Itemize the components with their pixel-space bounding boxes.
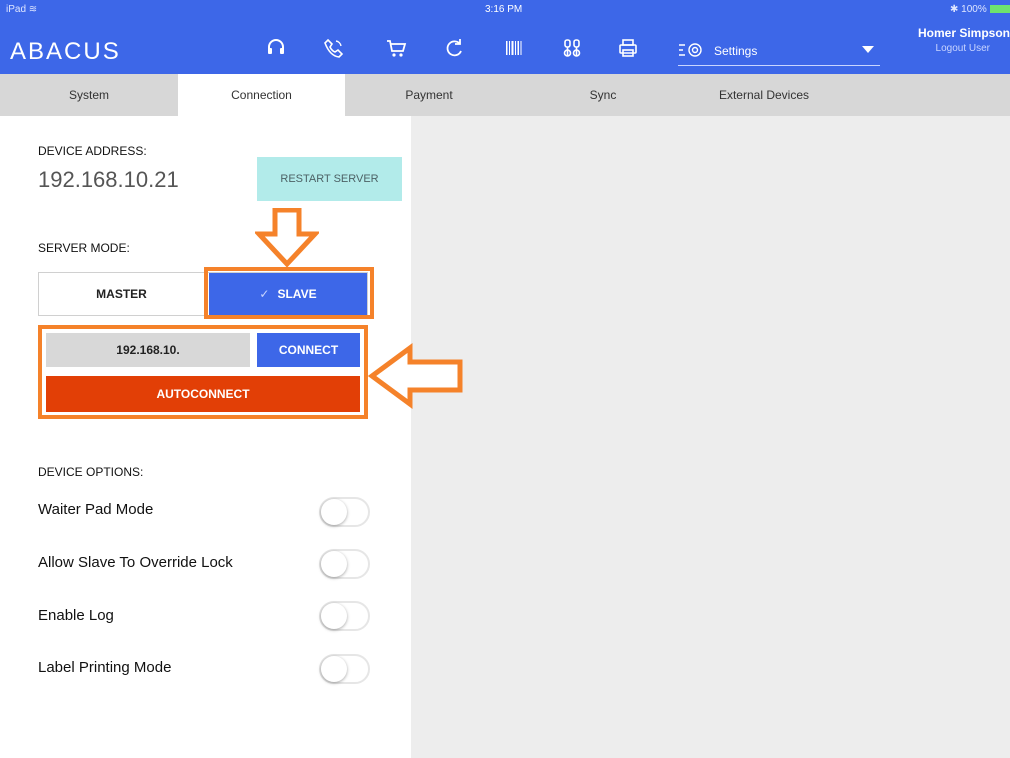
gear-icon bbox=[678, 41, 706, 61]
label-printing-mode-label: Label Printing Mode bbox=[38, 659, 172, 676]
barcode-icon[interactable] bbox=[500, 34, 528, 62]
enable-log-toggle[interactable] bbox=[319, 601, 370, 631]
status-device: iPad ≋ bbox=[6, 4, 38, 15]
tab-connection[interactable]: Connection bbox=[178, 74, 345, 116]
bluetooth-icon: ✱ bbox=[950, 4, 959, 15]
user-name: Homer Simpson bbox=[917, 26, 1010, 40]
cart-icon[interactable] bbox=[382, 34, 410, 62]
waiter-pad-mode-label: Waiter Pad Mode bbox=[38, 501, 154, 518]
label-printing-mode-toggle[interactable] bbox=[319, 654, 370, 684]
wifi-icon: ≋ bbox=[28, 4, 38, 15]
user-menu[interactable]: Homer Simpson Logout User bbox=[890, 26, 1010, 54]
tab-payment[interactable]: Payment bbox=[345, 74, 513, 116]
brand-logo: ABACUS bbox=[10, 38, 121, 65]
tab-system[interactable]: System bbox=[0, 74, 178, 116]
headset-icon[interactable] bbox=[262, 34, 290, 62]
tab-external-devices[interactable]: External Devices bbox=[678, 74, 850, 116]
settings-label: Settings bbox=[714, 43, 758, 58]
restart-server-button[interactable]: RESTART SERVER bbox=[257, 157, 402, 201]
tab-sync[interactable]: Sync bbox=[513, 74, 693, 116]
device-address-value: 192.168.10.21 bbox=[38, 167, 179, 192]
device-options-label: DEVICE OPTIONS: bbox=[38, 465, 144, 479]
printer-icon[interactable] bbox=[614, 34, 642, 62]
enable-log-label: Enable Log bbox=[38, 607, 114, 624]
battery-icon bbox=[989, 5, 1010, 14]
logout-link[interactable]: Logout User bbox=[890, 43, 990, 54]
tools-icon[interactable] bbox=[558, 34, 586, 62]
refresh-icon[interactable] bbox=[440, 34, 468, 62]
override-lock-label: Allow Slave To Override Lock bbox=[38, 554, 233, 571]
device-address-label: DEVICE ADDRESS: bbox=[38, 144, 147, 158]
override-lock-toggle[interactable] bbox=[319, 549, 370, 579]
connect-highlight-box bbox=[38, 325, 368, 419]
slave-highlight-box bbox=[204, 267, 374, 319]
left-arrow-icon bbox=[368, 343, 463, 409]
phone-icon[interactable] bbox=[320, 34, 348, 62]
server-mode-label: SERVER MODE: bbox=[38, 241, 130, 255]
status-time: 3:16 PM bbox=[485, 4, 523, 15]
tab-bar: System Connection Payment Sync External … bbox=[0, 74, 1010, 116]
waiter-pad-mode-toggle[interactable] bbox=[319, 497, 370, 527]
master-mode-button[interactable]: MASTER bbox=[39, 273, 204, 315]
detail-panel bbox=[411, 116, 1010, 758]
status-battery: ✱ 100% bbox=[950, 4, 1010, 15]
chevron-down-icon bbox=[862, 46, 874, 53]
down-arrow-icon bbox=[255, 208, 319, 268]
top-bar: iPad ≋ 3:16 PM ✱ 100% ABACUS Settings Ho… bbox=[0, 0, 1010, 74]
settings-dropdown[interactable]: Settings bbox=[678, 36, 880, 66]
